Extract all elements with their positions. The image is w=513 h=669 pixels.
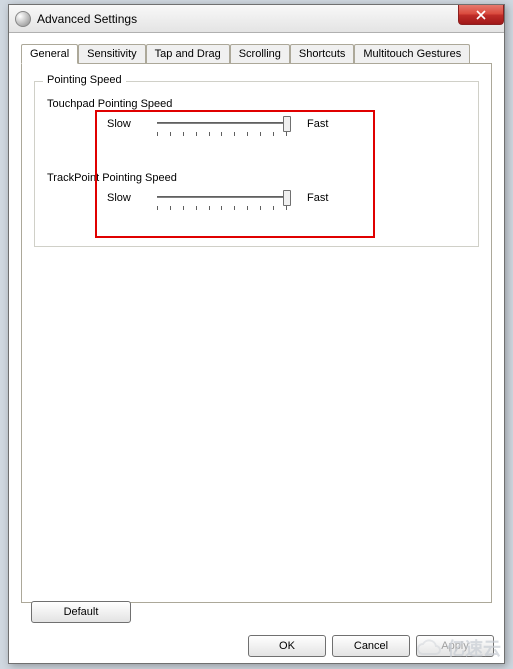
default-button[interactable]: Default xyxy=(31,601,131,623)
cancel-button[interactable]: Cancel xyxy=(332,635,410,657)
trackpoint-slow-label: Slow xyxy=(107,192,157,204)
default-button-bar: Default xyxy=(31,601,131,623)
touchpad-speed-slider[interactable] xyxy=(157,118,287,144)
slider-thumb-icon[interactable] xyxy=(283,116,291,132)
close-button[interactable] xyxy=(458,5,504,25)
touchpad-fast-label: Fast xyxy=(287,118,337,130)
trackpoint-speed-slider[interactable] xyxy=(157,192,287,218)
groupbox-pointing-speed: Pointing Speed Touchpad Pointing Speed S… xyxy=(34,81,479,247)
tab-tap-and-drag[interactable]: Tap and Drag xyxy=(146,44,230,63)
tab-panel-general: Pointing Speed Touchpad Pointing Speed S… xyxy=(21,63,492,603)
tab-shortcuts[interactable]: Shortcuts xyxy=(290,44,354,63)
trackpoint-speed-title: TrackPoint Pointing Speed xyxy=(47,172,466,184)
window-title: Advanced Settings xyxy=(37,12,137,26)
trackpoint-speed-section: TrackPoint Pointing Speed Slow Fast xyxy=(47,172,466,218)
slider-thumb-icon[interactable] xyxy=(283,190,291,206)
ok-button[interactable]: OK xyxy=(248,635,326,657)
close-icon xyxy=(476,10,486,20)
content-area: General Sensitivity Tap and Drag Scrolli… xyxy=(9,33,504,603)
touchpad-speed-title: Touchpad Pointing Speed xyxy=(47,98,466,110)
dialog-button-bar: OK Cancel Apply xyxy=(248,635,494,657)
tab-multitouch[interactable]: Multitouch Gestures xyxy=(354,44,470,63)
trackpoint-fast-label: Fast xyxy=(287,192,337,204)
dialog-window: Advanced Settings General Sensitivity Ta… xyxy=(8,4,505,664)
tab-strip: General Sensitivity Tap and Drag Scrolli… xyxy=(21,44,492,64)
tab-sensitivity[interactable]: Sensitivity xyxy=(78,44,146,63)
tab-scrolling[interactable]: Scrolling xyxy=(230,44,290,63)
app-icon xyxy=(15,11,31,27)
titlebar[interactable]: Advanced Settings xyxy=(9,5,504,33)
touchpad-slow-label: Slow xyxy=(107,118,157,130)
tab-general[interactable]: General xyxy=(21,44,78,64)
apply-button[interactable]: Apply xyxy=(416,635,494,657)
touchpad-speed-section: Touchpad Pointing Speed Slow Fast xyxy=(47,98,466,144)
groupbox-label: Pointing Speed xyxy=(43,74,126,86)
